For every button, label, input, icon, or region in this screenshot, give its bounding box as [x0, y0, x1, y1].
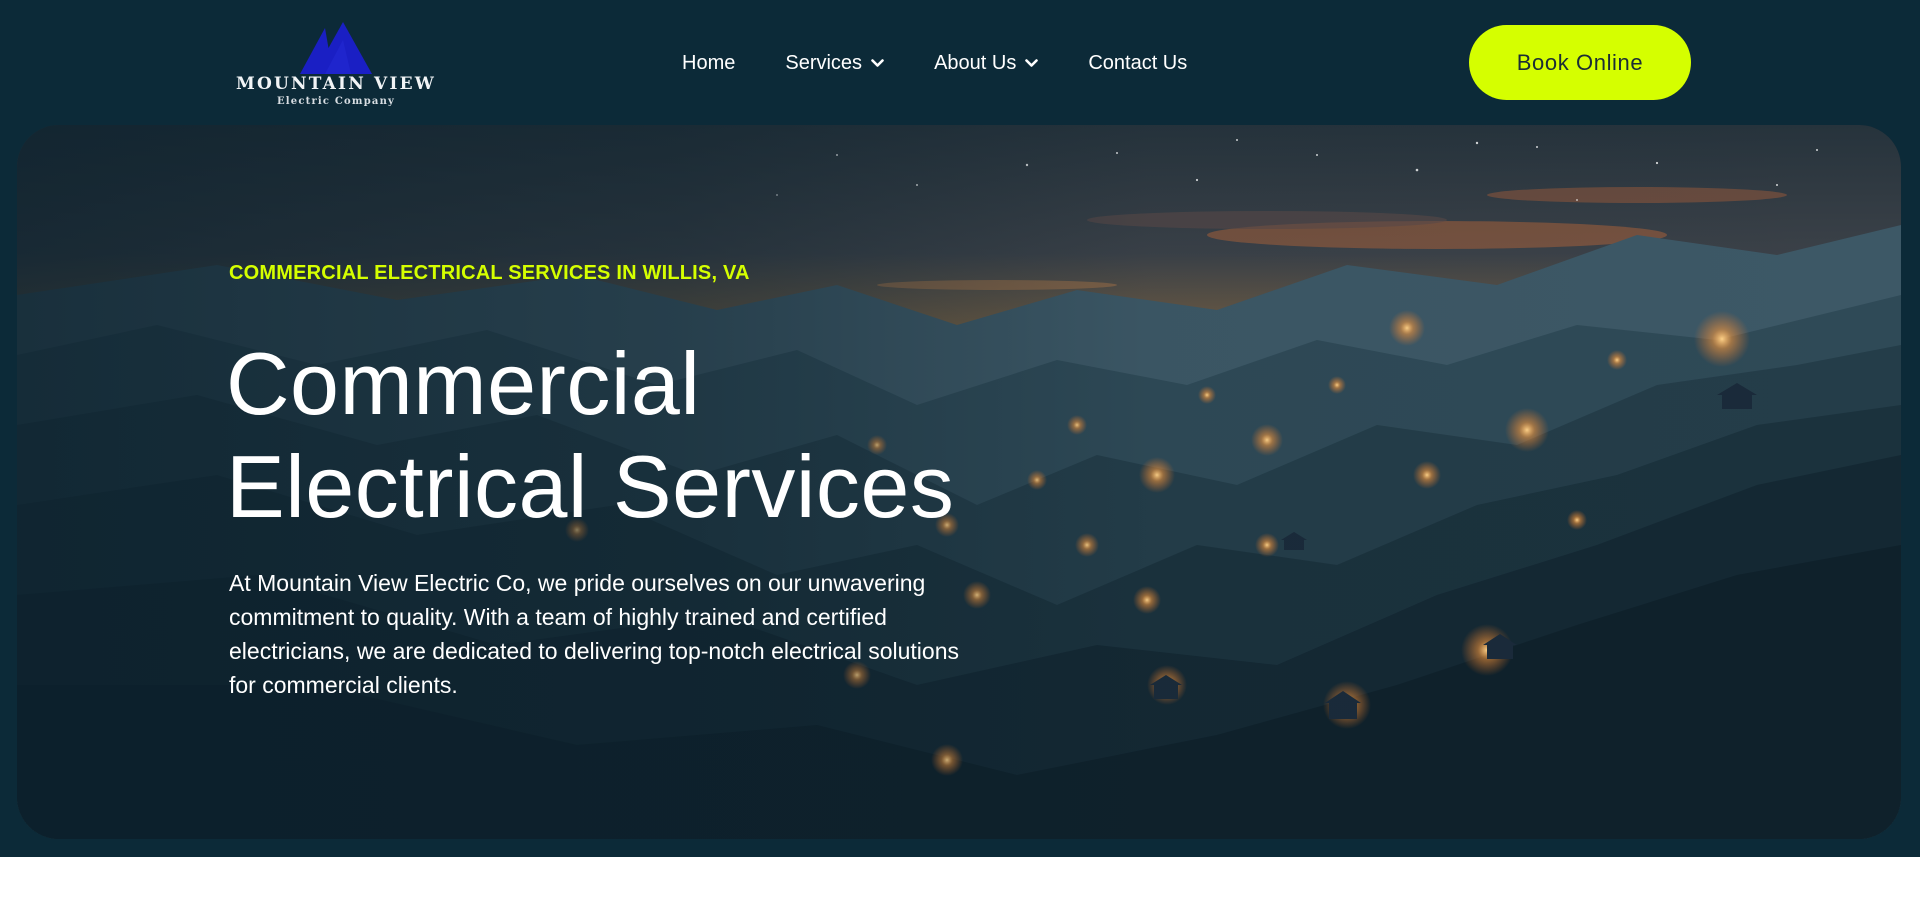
- chevron-down-icon: [871, 58, 884, 68]
- logo-wordmark: MOUNTAIN VIEW: [235, 74, 437, 94]
- hero-title-line: Commercial: [226, 334, 701, 433]
- nav-item-label: Home: [682, 51, 736, 74]
- hero-title-line: Electrical Services: [226, 437, 955, 536]
- chevron-down-icon: [1025, 58, 1039, 68]
- hero-title: Commercial Electrical Services: [226, 332, 1026, 538]
- nav-item-contact-us[interactable]: Contact Us: [1088, 52, 1187, 75]
- nav-item-services[interactable]: Services: [785, 52, 884, 75]
- nav-item-label: About Us: [934, 51, 1017, 74]
- nav-item-home[interactable]: Home: [682, 52, 735, 75]
- mountain-peaks-icon: [300, 22, 372, 74]
- nav-item-label: Services: [785, 51, 863, 74]
- site-logo[interactable]: MOUNTAIN VIEW Electric Company: [229, 22, 443, 108]
- nav-item-about-us[interactable]: About Us: [934, 51, 1039, 75]
- hero-description: At Mountain View Electric Co, we pride o…: [229, 570, 960, 698]
- nav-item-label: Contact Us: [1088, 51, 1188, 74]
- logo-tagline: Electric Company: [276, 96, 396, 107]
- main-nav: Home Services About Us Contact Us: [682, 47, 1187, 79]
- hero-eyebrow: COMMERCIAL ELECTRICAL SERVICES IN WILLIS…: [229, 262, 750, 284]
- book-online-button[interactable]: Book Online: [1469, 25, 1691, 100]
- site-header: MOUNTAIN VIEW Electric Company Home Serv…: [0, 0, 1920, 125]
